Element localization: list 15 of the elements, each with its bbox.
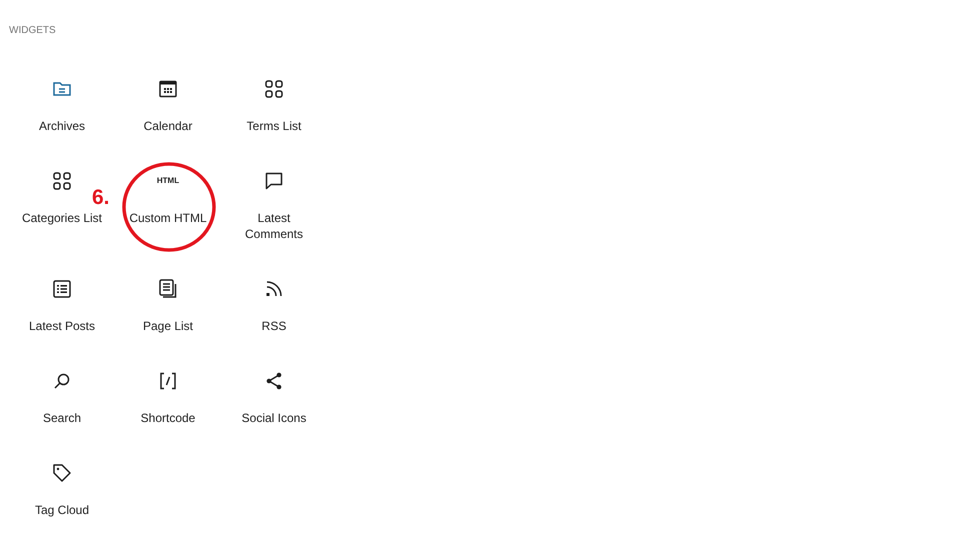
block-item[interactable]: Archives	[9, 67, 115, 144]
html-label: HTML	[156, 175, 180, 187]
block-item[interactable]: Terms List	[221, 67, 327, 144]
block-item[interactable]: Page List	[115, 267, 221, 344]
block-item[interactable]: Tag Cloud	[9, 451, 115, 528]
annotation-number: 6.	[92, 186, 110, 210]
block-item[interactable]: Search	[9, 359, 115, 436]
block-item[interactable]: HTML Custom HTML	[115, 159, 221, 252]
block-item[interactable]: Latest Posts	[9, 267, 115, 344]
block-item[interactable]: Social Icons	[221, 359, 327, 436]
block-item[interactable]: Shortcode	[115, 359, 221, 436]
section-heading: WIDGETS	[9, 24, 57, 38]
block-item[interactable]: Calendar	[115, 67, 221, 144]
block-item[interactable]: Latest Comments	[221, 159, 327, 252]
block-item[interactable]: RSS	[221, 267, 327, 344]
